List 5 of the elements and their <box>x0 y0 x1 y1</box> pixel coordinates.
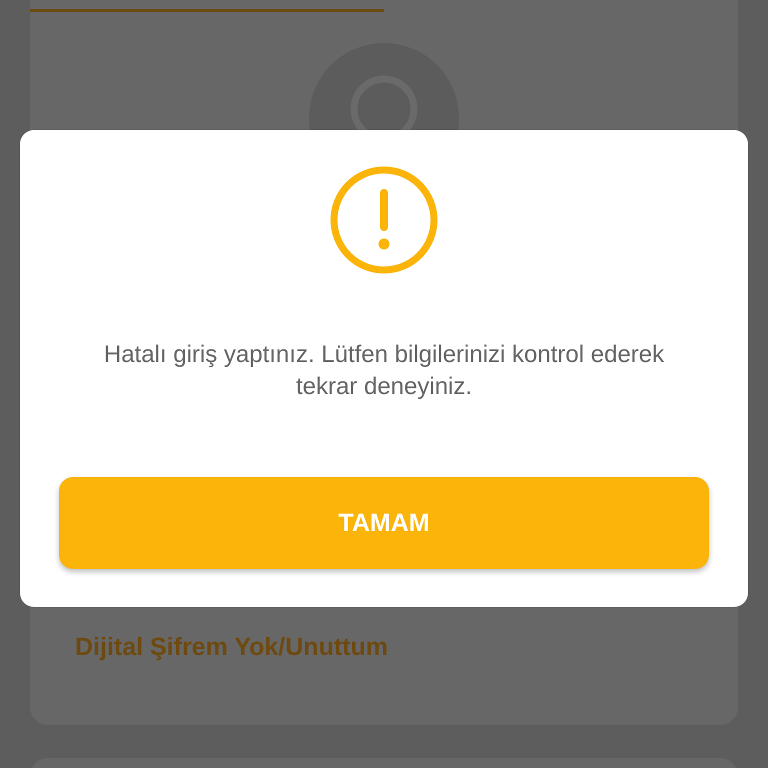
forgot-password-link[interactable]: Dijital Şifrem Yok/Unuttum <box>75 633 388 662</box>
error-message: Hatalı giriş yaptınız. Lütfen bilgilerinizi kontrol ederek tekrar deneyiniz. <box>102 340 666 402</box>
avatar-icon <box>309 43 459 130</box>
warning-icon <box>329 165 439 275</box>
ok-button[interactable]: TAMAM <box>59 477 709 569</box>
